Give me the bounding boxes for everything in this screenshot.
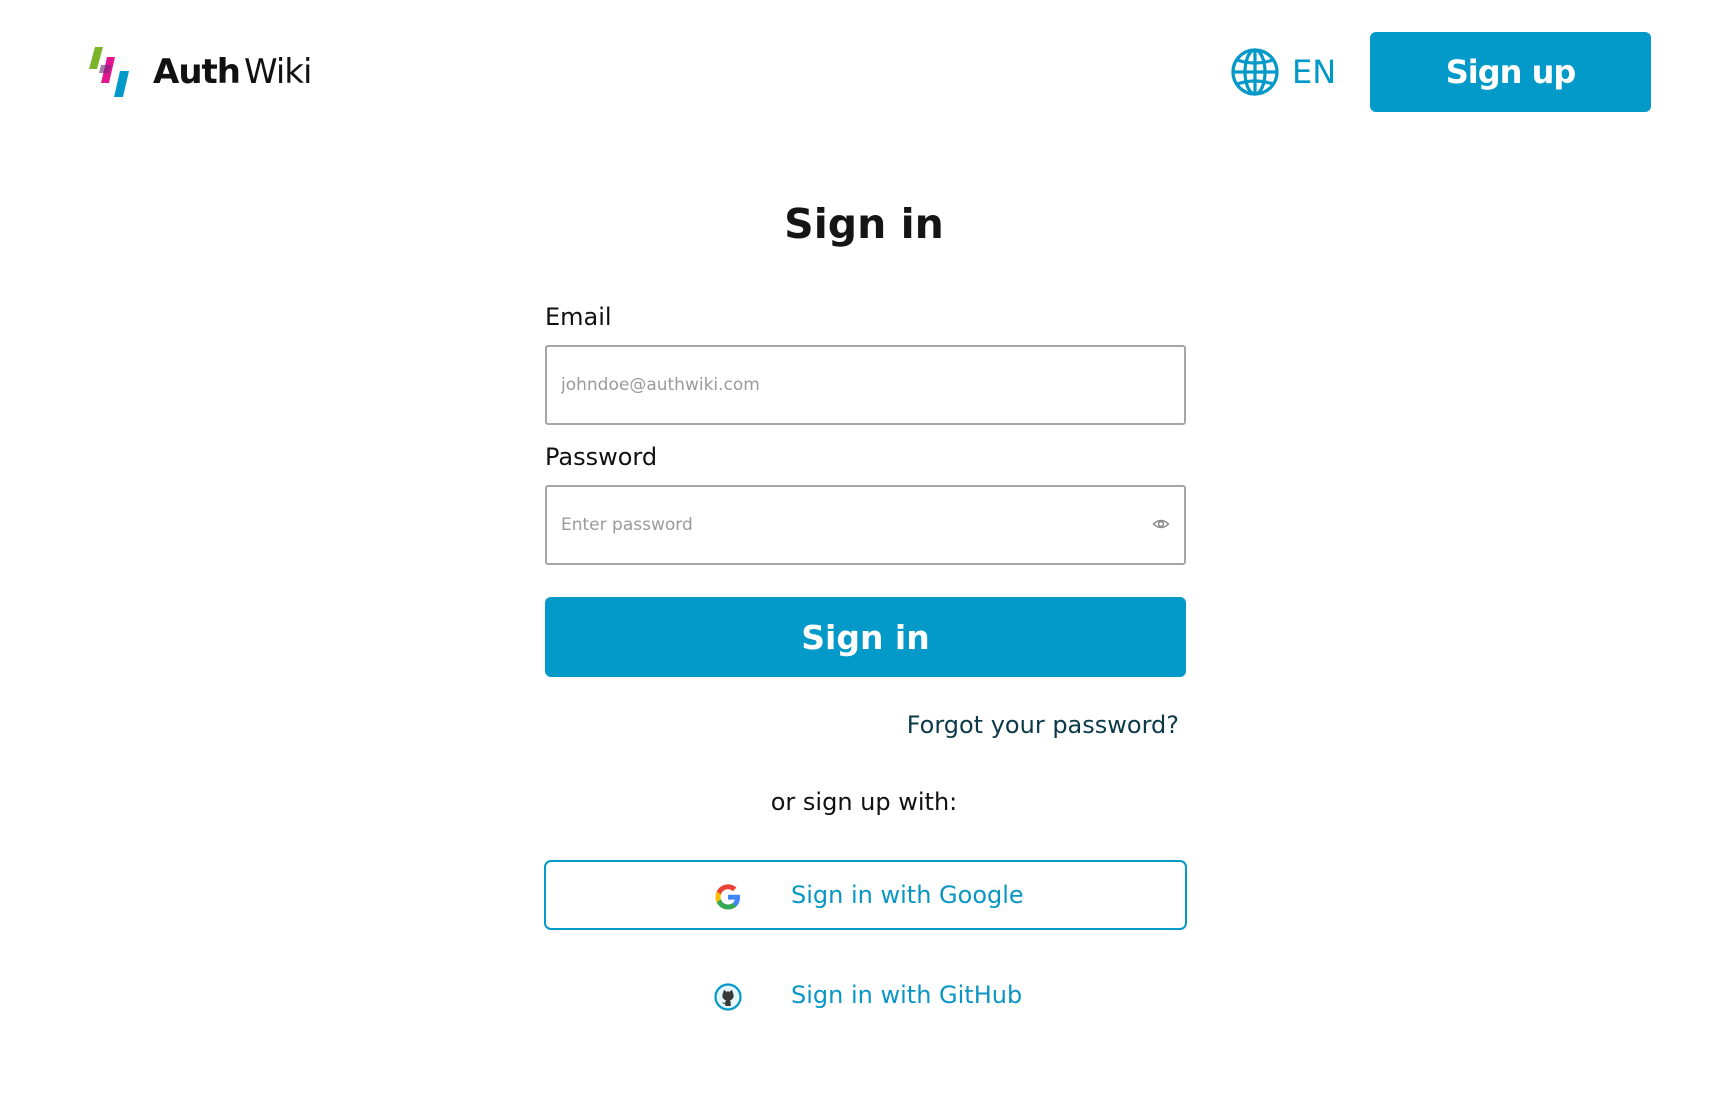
- logo-mark-icon: [89, 47, 129, 97]
- email-field-box: [545, 345, 1186, 425]
- forgot-password-link[interactable]: Forgot your password?: [907, 711, 1179, 739]
- authwiki-logo[interactable]: Auth Wiki: [87, 47, 312, 97]
- logo-text-auth: Auth: [153, 52, 241, 92]
- eye-icon[interactable]: [1152, 515, 1170, 533]
- email-label: Email: [545, 303, 612, 331]
- github-signin-label: Sign in with GitHub: [791, 981, 1023, 1009]
- google-signin-button[interactable]: Sign in with Google: [544, 860, 1187, 930]
- email-field[interactable]: [547, 347, 1184, 423]
- logo-text-wiki: Wiki: [243, 52, 312, 92]
- signin-button[interactable]: Sign in: [545, 597, 1186, 677]
- language-selector[interactable]: EN: [1230, 46, 1336, 98]
- github-icon: [714, 983, 742, 1011]
- password-field[interactable]: [547, 487, 1184, 563]
- google-icon: [715, 884, 740, 910]
- github-signin-button[interactable]: Sign in with GitHub: [544, 962, 1187, 1032]
- page-title: Sign in: [784, 200, 944, 248]
- password-label: Password: [545, 443, 658, 471]
- signin-page: Auth Wiki EN Sign up Sign in Email Passw…: [0, 0, 1728, 1117]
- google-signin-label: Sign in with Google: [791, 881, 1024, 909]
- password-field-box: [545, 485, 1186, 565]
- language-label: EN: [1292, 53, 1337, 91]
- globe-icon: [1231, 48, 1279, 96]
- divider-text: or sign up with:: [770, 788, 958, 816]
- signup-button[interactable]: Sign up: [1370, 32, 1651, 112]
- logo-wordmark: Auth Wiki: [153, 52, 312, 92]
